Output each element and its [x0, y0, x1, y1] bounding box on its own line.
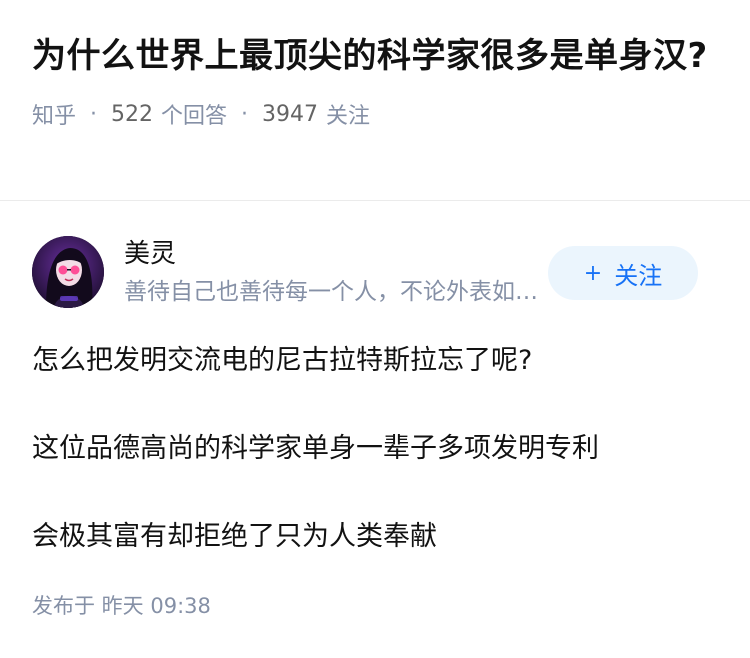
site-name[interactable]: 知乎 [32, 98, 76, 130]
author-bio: 善待自己也善待每一个人，不论外表如何美丽 [124, 279, 544, 305]
answer-paragraph: 会极其富有却拒绝了只为人类奉献 [32, 521, 437, 552]
avatar-portrait-icon [32, 236, 104, 308]
answer-content: 怎么把发明交流电的尼古拉特斯拉忘了呢? 这位品德高尚的科学家单身一辈子多项发明专… [32, 336, 722, 600]
follower-count: 3947 [262, 101, 319, 127]
meta-separator: · [241, 101, 249, 127]
author-card: 美灵 善待自己也善待每一个人，不论外表如何美丽 + 关注 [32, 236, 718, 308]
follow-button-label: 关注 [614, 261, 663, 290]
answer-count: 522 [111, 101, 154, 127]
question-meta: 知乎 · 522 个回答 · 3947 关注 [32, 98, 722, 130]
answer-paragraph: 怎么把发明交流电的尼古拉特斯拉忘了呢? [32, 345, 533, 376]
avatar[interactable] [32, 236, 104, 308]
question-header: 为什么世界上最顶尖的科学家很多是单身汉? 知乎 · 522 个回答 · 3947… [32, 30, 722, 130]
meta-separator: · [90, 101, 98, 127]
section-divider [0, 200, 750, 201]
answer-count-label: 个回答 [161, 104, 228, 129]
follow-button[interactable]: + 关注 [548, 246, 698, 300]
plus-icon: + [583, 260, 603, 286]
publish-time: 发布于 昨天 09:38 [32, 594, 211, 618]
question-title[interactable]: 为什么世界上最顶尖的科学家很多是单身汉? [32, 30, 722, 82]
answer-paragraph: 这位品德高尚的科学家单身一辈子多项发明专利 [32, 433, 599, 464]
author-name[interactable]: 美灵 [124, 236, 176, 272]
follower-count-label: 关注 [326, 104, 371, 129]
